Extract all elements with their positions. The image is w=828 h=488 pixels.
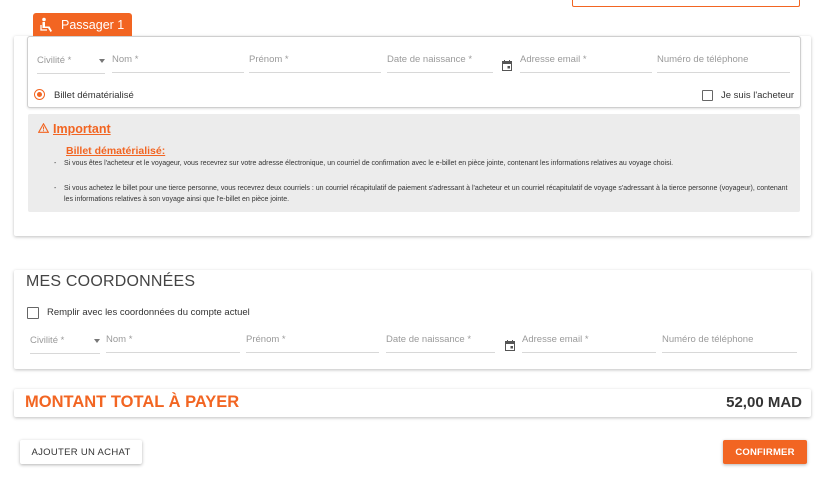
date-naissance-label: Date de naissance * <box>387 54 473 65</box>
coord-date-naissance-field[interactable]: Date de naissance * <box>386 316 495 353</box>
coord-nom-label: Nom * <box>106 334 133 345</box>
prenom-field[interactable]: Prénom * <box>249 36 381 73</box>
nom-field[interactable]: Nom * <box>112 36 244 73</box>
seat-icon <box>39 17 55 33</box>
coordinates-title: MES COORDONNÉES <box>26 273 196 290</box>
telephone-label: Numéro de téléphone <box>657 54 749 65</box>
chevron-down-icon <box>99 59 105 63</box>
add-purchase-button[interactable]: AJOUTER UN ACHAT <box>20 440 142 464</box>
date-naissance-field[interactable]: Date de naissance * <box>387 36 493 73</box>
buyer-checkbox[interactable] <box>702 90 713 101</box>
civilite-select[interactable]: Civilité * <box>37 37 105 74</box>
coord-telephone-label: Numéro de téléphone <box>662 334 754 345</box>
top-summary-box <box>572 0 800 7</box>
important-bullet: - Si vous êtes l'acheteur et le voyageur… <box>54 159 782 170</box>
total-value: 52,00 MAD <box>726 394 802 411</box>
buyer-checkbox-label: Je suis l'acheteur <box>721 90 795 101</box>
bullet-dash: - <box>54 185 57 192</box>
total-label: MONTANT TOTAL À PAYER <box>25 393 240 411</box>
important-title-text: Important <box>53 122 111 136</box>
passenger-tab-label: Passager 1 <box>61 17 125 32</box>
important-subtitle: Billet dématérialisé: <box>66 145 166 157</box>
coord-civilite-select[interactable]: Civilité * <box>30 317 100 354</box>
email-label: Adresse email * <box>520 54 587 65</box>
coord-email-label: Adresse email * <box>522 334 589 345</box>
telephone-field[interactable]: Numéro de téléphone <box>657 36 790 73</box>
coord-civilite-label: Civilité * <box>30 335 65 346</box>
coord-prenom-label: Prénom * <box>246 334 286 345</box>
coord-telephone-field[interactable]: Numéro de téléphone <box>662 316 797 353</box>
coord-date-naissance-label: Date de naissance * <box>386 334 472 345</box>
important-bullet: - Si vous achetez le billet pour une tie… <box>54 184 792 205</box>
bullet-dash: - <box>54 160 57 167</box>
coord-email-field[interactable]: Adresse email * <box>522 316 656 353</box>
radio-selected-dot <box>37 92 42 97</box>
email-field[interactable]: Adresse email * <box>520 36 652 73</box>
confirm-button[interactable]: CONFIRMER <box>723 440 807 464</box>
ticket-option-label: Billet dématérialisé <box>54 90 134 101</box>
important-title: Important <box>37 122 111 136</box>
nom-label: Nom * <box>112 54 139 65</box>
ticket-option-radio[interactable] <box>34 89 45 100</box>
prenom-label: Prénom * <box>249 54 289 65</box>
civilite-label: Civilité * <box>37 55 72 66</box>
warning-icon <box>37 122 50 136</box>
important-bullet-text: Si vous êtes l'acheteur et le voyageur, … <box>64 160 674 167</box>
passenger-tab[interactable]: Passager 1 <box>33 13 133 36</box>
chevron-down-icon <box>94 339 100 343</box>
coord-nom-field[interactable]: Nom * <box>106 316 240 353</box>
important-bullet-text: Si vous achetez le billet pour une tierc… <box>64 185 788 203</box>
coord-prenom-field[interactable]: Prénom * <box>246 316 379 353</box>
calendar-icon[interactable] <box>502 58 512 76</box>
calendar-icon[interactable] <box>505 338 515 356</box>
